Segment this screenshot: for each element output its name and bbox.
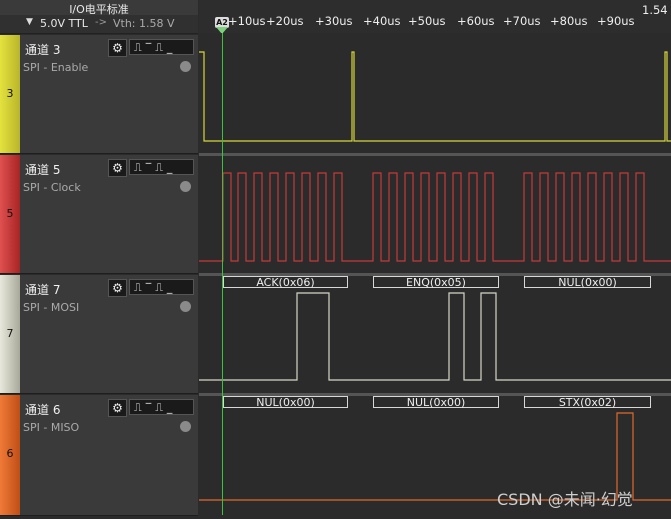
trigger-edge-icons[interactable]: ⎍‾⎍_ bbox=[129, 39, 194, 55]
io-standard-header: I/O电平标准 ▼ 5.0V TTL -> Vth: 1.58 V bbox=[0, 0, 198, 34]
decode-label-miso[interactable]: NUL(0x00) bbox=[223, 396, 348, 409]
time-tick: +40us bbox=[363, 14, 401, 28]
trigger-edge-icons[interactable]: ⎍‾⎍_ bbox=[129, 279, 194, 295]
decode-label-mosi[interactable]: ENQ(0x05) bbox=[373, 276, 499, 289]
channel-name: 通道 3 bbox=[25, 43, 61, 57]
channel-panel-6[interactable]: 6 通道 6 SPI - MISO ⚙ ⎍‾⎍_ bbox=[0, 395, 198, 516]
channel-color-stripe: 5 bbox=[0, 155, 20, 273]
time-tick: +80us bbox=[550, 14, 588, 28]
gear-icon[interactable]: ⚙ bbox=[108, 399, 127, 417]
gear-icon[interactable]: ⚙ bbox=[108, 279, 127, 297]
channel-name: 通道 7 bbox=[25, 283, 61, 297]
io-level-value: 5.0V TTL bbox=[40, 17, 88, 30]
channel-panel-5[interactable]: 5 通道 5 SPI - Clock ⚙ ⎍‾⎍_ bbox=[0, 155, 198, 274]
time-tick: 1.54 bbox=[642, 3, 668, 17]
decode-label-miso[interactable]: NUL(0x00) bbox=[373, 396, 499, 409]
time-tick: +90us bbox=[597, 14, 635, 28]
time-tick: +50us bbox=[408, 14, 446, 28]
channel-color-stripe: 6 bbox=[0, 395, 20, 515]
time-tick: +60us bbox=[457, 14, 495, 28]
status-dot-icon[interactable] bbox=[180, 181, 191, 192]
decode-label-mosi[interactable]: ACK(0x06) bbox=[223, 276, 348, 289]
waveform-separator bbox=[199, 153, 671, 156]
time-tick: +70us bbox=[503, 14, 541, 28]
channel-name: 通道 5 bbox=[25, 163, 61, 177]
channel-number: 7 bbox=[6, 327, 14, 340]
channel-label[interactable]: SPI - MOSI bbox=[23, 301, 79, 314]
gear-icon[interactable]: ⚙ bbox=[108, 39, 127, 57]
channel-number: 5 bbox=[6, 207, 14, 220]
time-tick: +10us bbox=[228, 14, 266, 28]
cursor-line[interactable] bbox=[222, 33, 223, 515]
waveform-mosi bbox=[199, 292, 671, 381]
time-tick: +20us bbox=[266, 14, 304, 28]
io-level-selector[interactable]: ▼ 5.0V TTL -> Vth: 1.58 V bbox=[0, 15, 198, 33]
channel-panel-7[interactable]: 7 通道 7 SPI - MOSI ⚙ ⎍‾⎍_ bbox=[0, 275, 198, 394]
trigger-edge-icons[interactable]: ⎍‾⎍_ bbox=[129, 159, 194, 175]
time-ruler[interactable]: +10us +20us +30us +40us +50us +60us +70u… bbox=[199, 0, 671, 35]
channel-name: 通道 6 bbox=[25, 403, 61, 417]
decode-label-miso[interactable]: STX(0x02) bbox=[524, 396, 651, 409]
watermark-text: CSDN @未闻·幻觉 bbox=[497, 490, 633, 509]
channel-color-stripe: 3 bbox=[0, 35, 20, 153]
waveform-clock bbox=[199, 172, 671, 262]
channel-panel-3[interactable]: 3 通道 3 SPI - Enable ⚙ ⎍‾⎍_ bbox=[0, 35, 198, 154]
decode-label-mosi[interactable]: NUL(0x00) bbox=[524, 276, 651, 289]
channel-color-stripe: 7 bbox=[0, 275, 20, 393]
channel-number: 6 bbox=[6, 447, 14, 460]
time-tick: +30us bbox=[315, 14, 353, 28]
arrow-text: -> bbox=[95, 17, 107, 28]
status-dot-icon[interactable] bbox=[180, 61, 191, 72]
channel-label[interactable]: SPI - Enable bbox=[23, 61, 88, 74]
channel-number: 3 bbox=[6, 87, 14, 100]
status-dot-icon[interactable] bbox=[180, 421, 191, 432]
waveform-enable bbox=[199, 51, 671, 142]
trigger-edge-icons[interactable]: ⎍‾⎍_ bbox=[129, 399, 194, 415]
dropdown-triangle-icon[interactable]: ▼ bbox=[26, 17, 33, 27]
status-dot-icon[interactable] bbox=[180, 301, 191, 312]
threshold-voltage: Vth: 1.58 V bbox=[113, 17, 175, 30]
gear-icon[interactable]: ⚙ bbox=[108, 159, 127, 177]
channel-label[interactable]: SPI - MISO bbox=[23, 421, 79, 434]
channel-label[interactable]: SPI - Clock bbox=[23, 181, 81, 194]
